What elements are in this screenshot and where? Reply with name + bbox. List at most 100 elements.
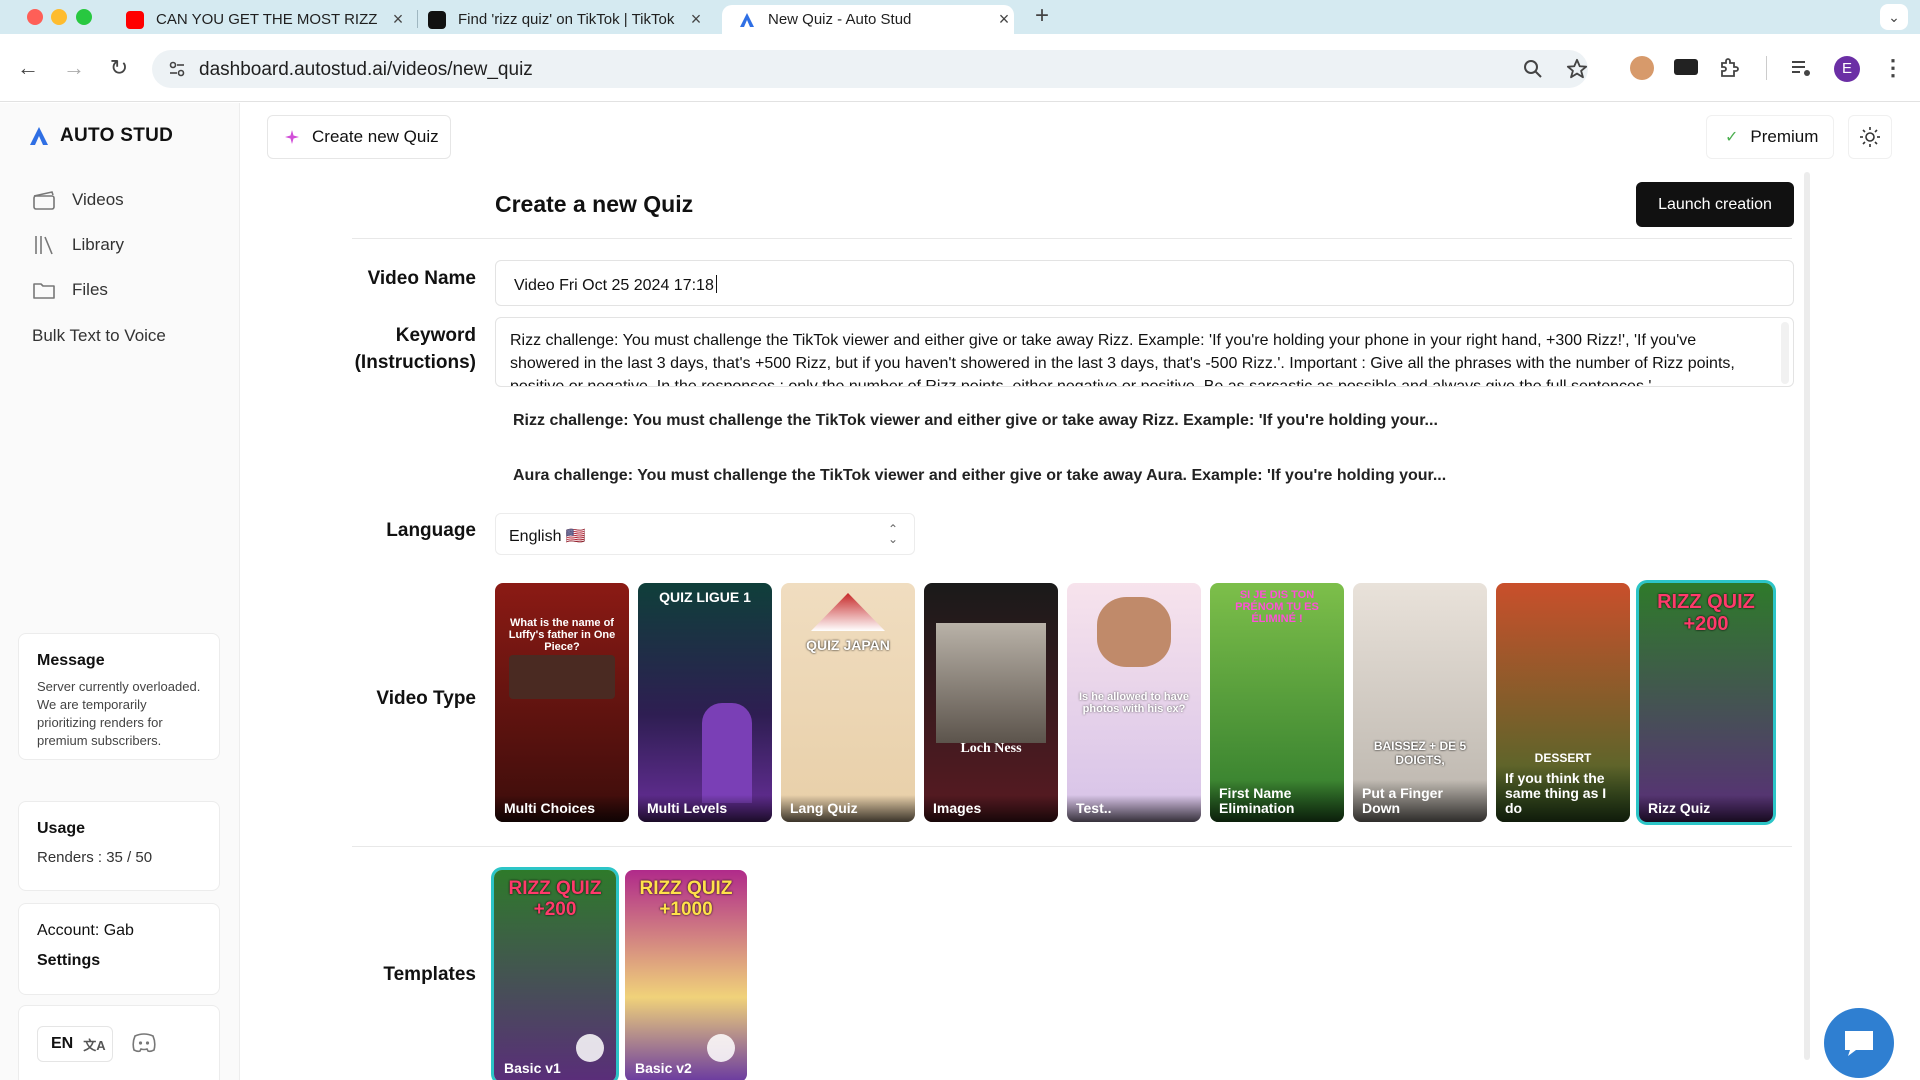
template-thumb-text: RIZZ QUIZ +200 [508,878,602,920]
site-settings-icon[interactable] [168,60,186,78]
video-name-value: Video Fri Oct 25 2024 17:18 [514,277,714,294]
section-divider [352,846,1792,847]
keyword-value: Rizz challenge: You must challenge the T… [510,332,1735,387]
sidebar-item-label: Bulk Text to Voice [32,326,166,345]
app-topbar: Create new Quiz ✓ Premium [240,103,1920,169]
minimize-window-button[interactable] [51,9,67,25]
thumb-text: Loch Ness [960,741,1022,756]
browser-menu-icon[interactable]: ⋮ [1881,56,1905,80]
bookmark-star-icon[interactable] [1566,58,1588,80]
extension-avatar-icon[interactable] [1630,56,1654,80]
video-type-first-name-elimination[interactable]: SI JE DIS TON PRÉNOM TU ES ÉLIMINÉ ! Fir… [1210,583,1344,822]
textarea-scrollbar[interactable] [1781,322,1789,384]
new-tab-icon[interactable]: + [1030,4,1054,28]
video-type-label: Video Type [376,688,476,709]
extension-mask-icon[interactable] [1674,59,1698,75]
reload-icon[interactable]: ↻ [107,56,131,80]
browser-tab-tiktok[interactable]: Find 'rizz quiz' on TikTok | TikTok × [428,5,706,34]
thumb-text: DESSERT [1534,751,1592,765]
back-icon[interactable]: ← [16,56,40,80]
folder-icon [33,283,55,299]
tab-title: CAN YOU GET THE MOST RIZZ [156,11,378,28]
youtube-icon [126,10,144,29]
suggestion-aura[interactable]: Aura challenge: You must challenge the T… [513,467,1446,485]
sidebar-item-library[interactable]: Library [32,234,124,256]
settings-link[interactable]: Settings [37,952,201,970]
video-name-input[interactable]: Video Fri Oct 25 2024 17:18 [495,260,1794,306]
message-title: Message [37,652,105,669]
browser-tab-autostud[interactable]: New Quiz - Auto Stud × [722,5,1014,34]
thumb-image [702,703,752,803]
tab-search-icon[interactable]: ⌄ [1880,4,1908,30]
library-icon [35,236,53,255]
browser-tab-youtube[interactable]: CAN YOU GET THE MOST RIZZ × [126,5,408,34]
mountain-icon [811,593,885,631]
sidebar-item-files[interactable]: Files [32,279,108,301]
video-type-multi-levels[interactable]: QUIZ LIGUE 1 Multi Levels [638,583,772,822]
footer-card: EN 文A [18,1005,220,1080]
autostud-icon [740,12,754,27]
sidebar-item-videos[interactable]: Videos [32,189,124,211]
tab-title: Find 'rizz quiz' on TikTok | TikTok [458,11,675,28]
suggestion-rizz[interactable]: Rizz challenge: You must challenge the T… [513,412,1438,430]
tab-title: New Quiz - Auto Stud [768,11,912,28]
launch-creation-button[interactable]: Launch creation [1636,182,1794,227]
sidebar: AUTO STUD Videos Library Files Bulk Text… [0,103,240,1080]
page-title: Create a new Quiz [495,191,694,217]
video-type-lang-quiz[interactable]: QUIZ JAPAN Lang Quiz [781,583,915,822]
media-controls-icon[interactable] [1789,56,1813,80]
video-type-rizz-quiz[interactable]: RIZZ QUIZ +200 Rizz Quiz [1639,583,1773,822]
extensions-puzzle-icon[interactable] [1718,56,1742,80]
zoom-icon[interactable] [1523,59,1543,79]
sidebar-item-bulk-text-to-voice[interactable]: Bulk Text to Voice [32,326,166,346]
video-type-label-text: Images [924,795,1058,822]
thumb-text: RIZZ QUIZ +200 [1657,591,1755,635]
video-type-label-text: Rizz Quiz [1639,795,1773,822]
create-new-quiz-label: Create new Quiz [312,127,439,146]
language-code: EN [51,1035,74,1052]
template-basic-v1[interactable]: RIZZ QUIZ +200 Basic v1 [494,870,616,1080]
brand-name: AUTO STUD [60,125,174,146]
close-window-button[interactable] [27,9,43,25]
usage-card: Usage Renders : 35 / 50 [18,801,220,891]
video-type-label-text: Lang Quiz [781,795,915,822]
chat-icon [1845,1031,1873,1056]
video-type-put-a-finger-down[interactable]: BAISSEZ + DE 5 DOIGTS, Put a Finger Down [1353,583,1487,822]
discord-icon[interactable] [131,1032,157,1054]
tab-separator [417,10,418,28]
theme-toggle-button[interactable] [1848,115,1892,159]
browser-toolbar: ← → ↻ dashboard.autostud.ai/videos/new_q… [0,34,1920,102]
text-cursor [715,275,717,293]
profile-avatar[interactable]: E [1834,56,1860,82]
forward-icon[interactable]: → [62,56,86,80]
thumb-text: What is the name of Luffy's father in On… [508,617,616,653]
account-label: Account: Gab [37,922,134,939]
keyword-label-line2: (Instructions) [354,352,476,373]
language-value: English 🇺🇸 [509,528,586,545]
language-select[interactable]: English 🇺🇸 ⌃ ⌄ [495,513,915,555]
zoom-window-button[interactable] [76,9,92,25]
premium-button[interactable]: ✓ Premium [1706,115,1834,159]
page-scrollbar[interactable] [1804,172,1810,1060]
address-bar[interactable]: dashboard.autostud.ai/videos/new_quiz [152,50,1588,88]
video-type-images[interactable]: Loch Ness Images [924,583,1058,822]
brand[interactable]: AUTO STUD [28,125,173,147]
close-tab-icon[interactable]: × [686,9,706,30]
keyword-label-line1: Keyword [395,325,476,346]
close-tab-icon[interactable]: × [388,9,408,30]
thumb-text: SI JE DIS TON PRÉNOM TU ES ÉLIMINÉ ! [1235,589,1319,625]
create-new-quiz-button[interactable]: Create new Quiz [267,115,451,159]
premium-label: Premium [1750,127,1819,146]
video-type-test[interactable]: Is he allowed to have photos with his ex… [1067,583,1201,822]
language-switcher[interactable]: EN 文A [37,1026,113,1062]
chat-button[interactable] [1824,1008,1894,1078]
browser-tab-bar: CAN YOU GET THE MOST RIZZ × Find 'rizz q… [0,0,1920,34]
video-type-same-thing[interactable]: DESSERT If you think the same thing as I… [1496,583,1630,822]
templates-label: Templates [383,964,476,985]
keyword-textarea[interactable]: Rizz challenge: You must challenge the T… [495,317,1794,387]
lock-icon [576,1034,604,1062]
close-tab-icon[interactable]: × [994,9,1014,30]
template-basic-v2[interactable]: RIZZ QUIZ +1000 Basic v2 [625,870,747,1080]
video-type-multi-choices[interactable]: What is the name of Luffy's father in On… [495,583,629,822]
template-label: Basic v2 [635,1060,692,1076]
